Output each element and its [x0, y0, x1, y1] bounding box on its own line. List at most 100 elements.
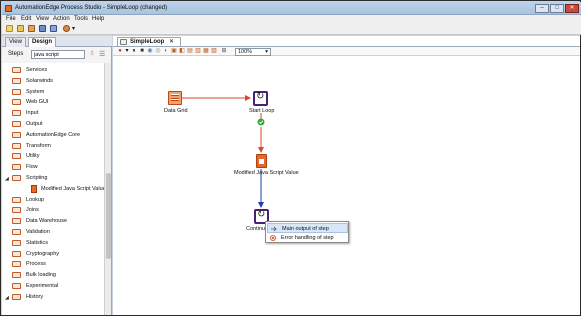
step-icon — [31, 184, 37, 193]
tree-item-label: Input — [26, 110, 39, 117]
start-loop-node[interactable]: ↻ — [253, 91, 268, 106]
tree-scrollbar[interactable] — [104, 63, 111, 315]
editor-area: SimpleLoop ✕ ● ▾ ⏸ ■ ◉ ◎ ◐ ▣ ◧ ▤ ▥ ▦ ▧ ⊞… — [113, 36, 580, 315]
save-icon[interactable] — [39, 25, 46, 32]
show-results-icon[interactable]: ▦ — [203, 48, 209, 54]
chevron-down-icon[interactable]: ▾ — [72, 25, 75, 32]
layers-icon[interactable] — [63, 25, 70, 32]
new-file-icon[interactable] — [6, 25, 13, 32]
tab-close-icon[interactable]: ✕ — [169, 39, 174, 45]
canvas-toolbar: ● ▾ ⏸ ■ ◉ ◎ ◐ ▣ ◧ ▤ ▥ ▦ ▧ ⊞ 100% ▾ — [113, 46, 580, 56]
tree-item-label: Experimental — [26, 283, 59, 289]
folder-icon — [12, 229, 21, 235]
explore-icon[interactable] — [28, 25, 35, 32]
folder-icon — [12, 293, 21, 300]
transformation-icon — [120, 39, 127, 45]
pause-icon[interactable]: ⏸ — [131, 48, 137, 54]
tree-item-label: Flow — [26, 164, 38, 171]
menu-action[interactable]: Action — [53, 16, 70, 22]
tree-item-label: Solarwinds — [26, 77, 53, 84]
tab-simpleloop[interactable]: SimpleLoop ✕ — [117, 37, 182, 46]
tree-item-label: Modified Java Script Value — [41, 185, 104, 192]
folder-icon — [12, 261, 21, 268]
modified-js-label: Modified Java Script Value — [234, 170, 299, 176]
menu-help[interactable]: Help — [92, 16, 104, 22]
data-grid-node[interactable] — [168, 91, 182, 105]
folder-icon — [12, 110, 21, 117]
menu-bar: File Edit View Action Tools Help — [2, 15, 581, 23]
folder-icon — [12, 239, 21, 246]
run-options-chevron-icon[interactable]: ▾ — [124, 48, 130, 54]
menu-item-main-output[interactable]: Main output of step — [267, 223, 348, 233]
start-loop-label: Start Loop — [249, 108, 275, 114]
tab-view[interactable]: View — [5, 37, 26, 47]
menu-item-error-handling[interactable]: Error handling of step — [267, 233, 348, 243]
menu-edit[interactable]: Edit — [21, 16, 31, 22]
tab-simpleloop-label: SimpleLoop — [130, 39, 165, 45]
data-grid-label: Data Grid — [164, 108, 188, 114]
tree-item-label: Services — [26, 67, 48, 73]
table-icon — [171, 94, 179, 102]
maximize-button[interactable]: □ — [550, 4, 564, 13]
run-icon[interactable]: ● — [117, 48, 123, 54]
tree-item-label: Lookup — [26, 196, 45, 203]
steps-search-row: Steps ᛟ ☰ — [2, 49, 112, 60]
tab-design[interactable]: Design — [28, 37, 57, 47]
sql-icon[interactable]: ▤ — [187, 48, 193, 54]
clear-search-icon[interactable]: ᛟ — [90, 50, 94, 57]
database-explore-icon[interactable]: ▥ — [195, 48, 201, 54]
folder-icon — [12, 196, 21, 203]
folder-icon — [12, 88, 21, 95]
app-window: AutomationEdge Process Studio - SimpleLo… — [0, 0, 581, 316]
folder-icon — [12, 77, 21, 84]
error-icon — [270, 235, 276, 241]
left-panel: View Design Steps ᛟ ☰ Services Solarwinds… — [2, 36, 112, 315]
hop-context-menu: Main output of step Error handling of st… — [265, 221, 349, 243]
preview-icon[interactable]: ◉ — [147, 48, 153, 54]
verify-icon[interactable]: ▣ — [171, 48, 177, 54]
zoom-chevron-icon: ▾ — [265, 49, 268, 55]
loop-icon: ↻ — [256, 91, 265, 102]
replay-icon[interactable]: ◐ — [163, 48, 169, 54]
save-as-icon[interactable] — [50, 25, 57, 32]
expander-icon[interactable]: ◢ — [5, 174, 9, 184]
hops-layer — [181, 95, 265, 208]
menu-file[interactable]: File — [6, 16, 16, 22]
grid-icon[interactable]: ▧ — [211, 48, 217, 54]
impact-icon[interactable]: ◧ — [179, 48, 185, 54]
menu-view[interactable]: View — [36, 16, 49, 22]
tree-item-label: Bulk loading — [26, 272, 56, 279]
menu-item-error-handling-label: Error handling of step — [281, 235, 334, 241]
menu-tools[interactable]: Tools — [74, 16, 88, 22]
folder-icon — [12, 99, 21, 106]
hop-arrowhead — [258, 202, 264, 208]
folder-icon — [12, 121, 21, 127]
expander-icon[interactable]: ◢ — [5, 293, 9, 303]
folder-icon — [12, 207, 21, 214]
close-button[interactable]: ✕ — [565, 4, 579, 13]
expand-collapse-icon[interactable]: ☰ — [99, 50, 105, 58]
scrollbar-thumb[interactable] — [106, 173, 111, 259]
zoom-select[interactable]: 100% ▾ — [235, 48, 271, 56]
hop-arrowhead — [245, 95, 251, 101]
minimize-button[interactable]: – — [535, 4, 549, 13]
zoom-value: 100% — [238, 49, 253, 55]
tree-item-label: Statistics — [26, 239, 49, 246]
tree-item-label: History — [26, 293, 44, 300]
tree-item-label: Scripting — [26, 175, 48, 181]
zoom-icon[interactable]: ⊞ — [221, 48, 227, 54]
steps-tree: Services Solarwinds System Web GUI Input Outp… — [2, 63, 104, 315]
open-folder-icon[interactable] — [17, 25, 24, 32]
debug-icon[interactable]: ◎ — [155, 48, 161, 54]
window-title: AutomationEdge Process Studio - SimpleLo… — [15, 5, 168, 11]
continue-loop-icon: ↻ — [257, 209, 266, 220]
tree-item-label: Cryptography — [26, 250, 60, 257]
stop-icon[interactable]: ■ — [139, 48, 145, 54]
workflow-canvas[interactable]: Data Grid ↻ Start Loop Modified Java Scr… — [113, 57, 580, 315]
folder-icon — [12, 272, 21, 279]
folder-icon — [12, 283, 21, 289]
steps-search-input[interactable] — [31, 50, 85, 59]
modified-js-node[interactable] — [256, 154, 267, 168]
app-icon — [5, 5, 12, 12]
hop-arrowhead — [258, 147, 264, 153]
